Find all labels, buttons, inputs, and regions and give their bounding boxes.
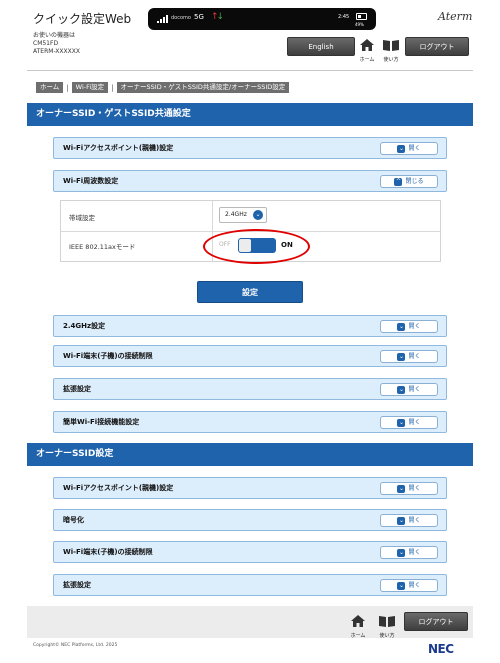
row-label: Wi-Fiアクセスポイント(親機)設定 <box>63 144 174 152</box>
guide-label: 使い方 <box>379 633 395 639</box>
signal-strength-icon <box>157 15 168 23</box>
open-button[interactable]: ⌄ 開く <box>380 579 438 592</box>
open-button[interactable]: ⌄ 開く <box>380 320 438 333</box>
battery-percent: 49% <box>355 22 364 27</box>
app-title: クイック設定Web <box>33 12 132 26</box>
section-common-settings-title: オーナーSSID・ゲストSSID共通設定 <box>27 103 473 126</box>
band-setting-label: 帯域設定 <box>69 214 95 222</box>
open-button[interactable]: ⌄ 開く <box>380 514 438 527</box>
chevron-down-icon: ⌄ <box>397 385 406 394</box>
device-line-1: お使いの機器は <box>33 32 76 39</box>
chevron-up-icon: ^ <box>394 177 403 186</box>
band-select-value: 2.4GHz <box>225 211 247 218</box>
chevron-down-icon: ⌄ <box>253 210 263 220</box>
status-time: 2:45 <box>338 14 350 20</box>
row-easy-wifi-settings[interactable]: 簡単Wi-Fi接続機能設定 ⌄ 開く <box>53 411 447 433</box>
book-icon <box>379 616 395 627</box>
data-transfer-icon: ↑↓ <box>211 12 224 22</box>
row-encryption[interactable]: 暗号化 ⌄ 開く <box>53 509 447 531</box>
copyright-text: Copyright© NEC Platforms, Ltd. 2025 <box>33 643 118 648</box>
chevron-down-icon: ⌄ <box>397 484 406 493</box>
row-label: Wi-Fiアクセスポイント(親機)設定 <box>63 484 174 492</box>
home-label: ホーム <box>359 57 375 63</box>
chevron-down-icon: ⌄ <box>397 352 406 361</box>
row-24ghz-settings[interactable]: 2.4GHz設定 ⌄ 開く <box>53 315 447 337</box>
device-model: CM51FD <box>33 40 59 47</box>
breadcrumb: ホーム | Wi-Fi設定 | オーナーSSID・ゲストSSID共通設定/オーナ… <box>36 82 290 93</box>
breadcrumb-separator: | <box>66 83 69 92</box>
open-button[interactable]: ⌄ 開く <box>380 142 438 155</box>
row-owner-access-point[interactable]: Wi-Fiアクセスポイント(親機)設定 ⌄ 開く <box>53 477 447 499</box>
chevron-down-icon: ⌄ <box>397 516 406 525</box>
network-type: 5G <box>194 13 204 21</box>
home-icon <box>351 615 365 627</box>
open-button[interactable]: ⌄ 開く <box>380 383 438 396</box>
logout-button[interactable]: ログアウト <box>405 37 469 56</box>
row-connection-limit[interactable]: Wi-Fi端末(子機)の接続制限 ⌄ 開く <box>53 345 447 367</box>
chevron-down-icon: ⌄ <box>397 144 406 153</box>
breadcrumb-wifi-settings[interactable]: Wi-Fi設定 <box>71 82 109 93</box>
header: クイック設定Web お使いの機器は CM51FD ATERM-XXXXXX do… <box>0 0 500 70</box>
apply-settings-button[interactable]: 設定 <box>197 281 303 303</box>
row-access-point-settings[interactable]: Wi-Fiアクセスポイント(親機)設定 ⌄ 開く <box>53 137 447 159</box>
band-select[interactable]: 2.4GHz ⌄ <box>219 207 267 223</box>
device-status-bar: docomo 5G ↑↓ 2:45 49% <box>148 8 376 30</box>
open-button[interactable]: ⌄ 開く <box>380 546 438 559</box>
row-extended-settings[interactable]: 拡張設定 ⌄ 開く <box>53 378 447 400</box>
row-label: 暗号化 <box>63 516 84 524</box>
breadcrumb-home[interactable]: ホーム <box>36 82 64 93</box>
nec-logo: NEC <box>428 642 454 656</box>
ax-mode-label: IEEE 802.11axモード <box>69 243 136 251</box>
device-info: お使いの機器は CM51FD ATERM-XXXXXX <box>33 32 80 56</box>
breadcrumb-current: オーナーSSID・ゲストSSID共通設定/オーナーSSID設定 <box>116 82 290 93</box>
guide-link[interactable]: 使い方 <box>380 36 402 63</box>
row-label: Wi-Fi端末(子機)の接続制限 <box>63 548 153 556</box>
open-button[interactable]: ⌄ 開く <box>380 482 438 495</box>
carrier-name: docomo <box>171 15 191 21</box>
aterm-logo: Aterm <box>438 10 473 23</box>
row-label: Wi-Fi周波数設定 <box>63 177 119 185</box>
chevron-down-icon: ⌄ <box>397 581 406 590</box>
home-label: ホーム <box>350 633 366 639</box>
chevron-down-icon: ⌄ <box>397 548 406 557</box>
row-owner-connection-limit[interactable]: Wi-Fi端末(子機)の接続制限 ⌄ 開く <box>53 541 447 563</box>
highlight-annotation <box>203 229 310 264</box>
chevron-down-icon: ⌄ <box>397 322 406 331</box>
row-label: 拡張設定 <box>63 581 91 589</box>
home-link[interactable]: ホーム <box>358 36 376 63</box>
footer-logout-button[interactable]: ログアウト <box>404 612 468 631</box>
row-label: 拡張設定 <box>63 385 91 393</box>
battery-icon <box>356 13 367 20</box>
row-label: 簡単Wi-Fi接続機能設定 <box>63 418 140 426</box>
open-button[interactable]: ⌄ 開く <box>380 416 438 429</box>
open-button[interactable]: ⌄ 開く <box>380 350 438 363</box>
row-label: 2.4GHz設定 <box>63 322 106 330</box>
footer-guide-link[interactable]: 使い方 <box>376 612 398 639</box>
header-divider <box>27 70 473 71</box>
row-label: Wi-Fi端末(子機)の接続制限 <box>63 352 153 360</box>
footer-home-link[interactable]: ホーム <box>349 612 367 639</box>
section-owner-ssid-title: オーナーSSID設定 <box>27 443 473 466</box>
chevron-down-icon: ⌄ <box>397 418 406 427</box>
row-owner-extended-settings[interactable]: 拡張設定 ⌄ 開く <box>53 574 447 596</box>
row-wifi-frequency-settings[interactable]: Wi-Fi周波数設定 ^ 閉じる <box>53 170 447 192</box>
home-icon <box>360 39 374 51</box>
close-button[interactable]: ^ 閉じる <box>380 175 438 188</box>
guide-label: 使い方 <box>383 57 399 63</box>
book-icon <box>383 40 399 51</box>
breadcrumb-separator: | <box>111 83 114 92</box>
device-ssid: ATERM-XXXXXX <box>33 48 80 55</box>
english-button[interactable]: English <box>287 37 355 56</box>
